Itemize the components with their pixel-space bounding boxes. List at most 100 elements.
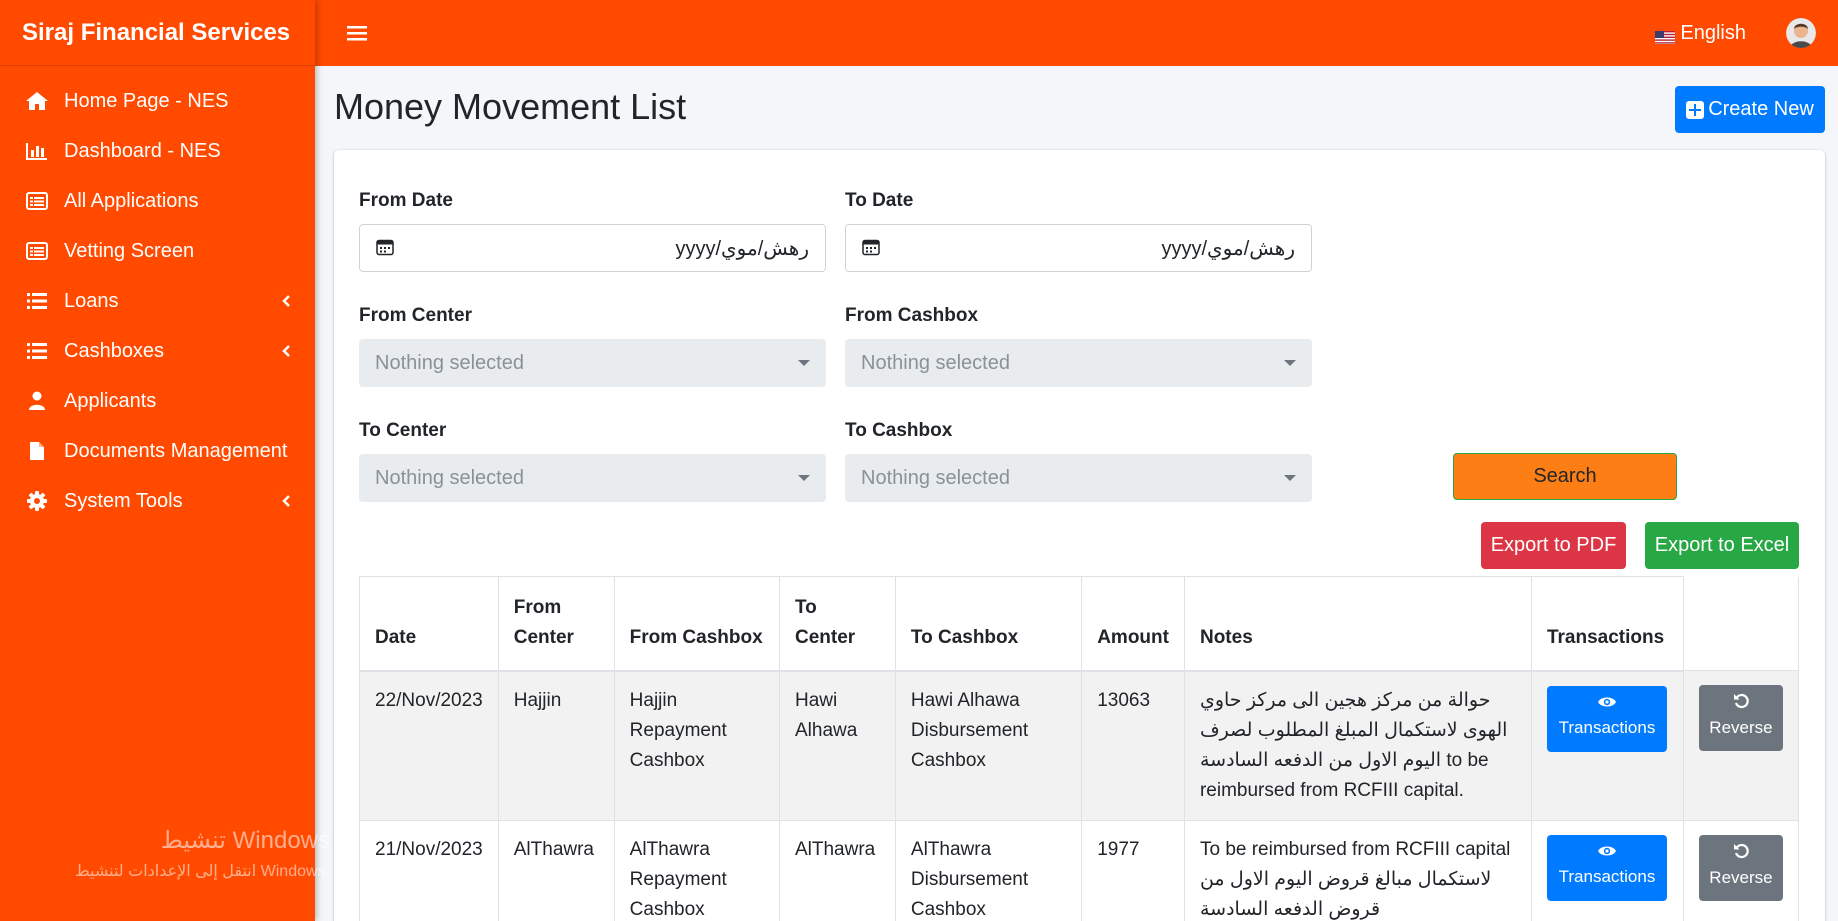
transactions-button[interactable]: Transactions (1546, 834, 1667, 901)
reverse-button[interactable]: Reverse (1698, 685, 1783, 751)
cell-transactions: Transactions (1530, 819, 1684, 921)
plus-square-icon (1686, 100, 1705, 119)
create-new-label: Create New (1708, 98, 1814, 120)
cell-from-cashbox: AlThawra Repayment Cashbox (613, 819, 780, 921)
export-pdf-button[interactable]: Export to PDF (1481, 522, 1626, 569)
to-date-value: yyyy/رهش/موي (1161, 237, 1295, 260)
sidebar-item-home[interactable]: Home Page - NES (0, 76, 315, 126)
chevron-left-icon[interactable] (279, 344, 293, 358)
sidebar-item-all-applications[interactable]: All Applications (0, 176, 315, 226)
gear-icon (24, 489, 50, 513)
from-center-label: From Center (359, 305, 472, 326)
column-header[interactable]: To Center (778, 576, 896, 672)
chevron-left-icon[interactable] (279, 294, 293, 308)
cell-to-cashbox: Hawi Alhawa Disbursement Cashbox (894, 670, 1083, 821)
sidebar-item-label: Documents Management (64, 439, 288, 462)
home-icon (24, 89, 50, 113)
language-selector[interactable]: English (1655, 22, 1746, 45)
sidebar-item-label: Vetting Screen (64, 239, 195, 262)
us-flag-icon (1655, 27, 1676, 44)
column-header[interactable]: Transactions (1530, 576, 1684, 672)
export-excel-button[interactable]: Export to Excel (1645, 522, 1799, 569)
user-icon (24, 389, 50, 413)
undo-icon (1733, 693, 1749, 709)
column-header[interactable]: To Cashbox (894, 576, 1083, 672)
watermark-subtitle: انتقل إلى الإعدادات لتنشيط Windows. (74, 863, 330, 880)
from-date-input[interactable]: yyyy/رهش/موي (359, 224, 826, 272)
sidebar-item-label: Applicants (64, 389, 157, 412)
reverse-button[interactable]: Reverse (1698, 834, 1783, 901)
cell-amount: 13063 (1081, 670, 1185, 821)
cell-to-center: AlThawra (778, 819, 896, 921)
windows-activation-watermark: تنشيط Windows انتقل إلى الإعدادات لتنشيط… (40, 826, 330, 881)
list-icon (24, 289, 50, 313)
cell-date: 21/Nov/2023 (359, 819, 499, 921)
brand-title[interactable]: Siraj Financial Services (0, 0, 315, 66)
table-header-row: Date From Center From Cashbox To Center … (359, 576, 1800, 672)
to-center-value: Nothing selected (375, 466, 524, 489)
to-date-label: To Date (845, 190, 914, 211)
to-cashbox-value: Nothing selected (861, 466, 1010, 489)
sidebar-item-loans[interactable]: Loans (0, 276, 315, 326)
from-center-select[interactable]: Nothing selected (359, 339, 826, 387)
caret-down-icon (1284, 360, 1296, 366)
sidebar-item-label: All Applications (64, 189, 199, 212)
table-row: 21/Nov/2023 AlThawra AlThawra Repayment … (359, 819, 1800, 921)
sidebar-item-documents-management[interactable]: Documents Management (0, 426, 315, 476)
column-header[interactable]: From Center (497, 576, 615, 672)
cell-notes: حوالة من مركز هجين الى مركز حاوي الهوى ل… (1183, 670, 1532, 821)
language-label: English (1680, 21, 1746, 44)
sidebar-item-applicants[interactable]: Applicants (0, 376, 315, 426)
sidebar-item-vetting-screen[interactable]: Vetting Screen (0, 226, 315, 276)
calendar-icon[interactable] (376, 238, 396, 258)
caret-down-icon (1284, 475, 1296, 481)
sidebar: Siraj Financial Services Home Page - NES… (0, 0, 330, 921)
column-header[interactable]: Date (359, 576, 499, 672)
caret-down-icon (798, 475, 810, 481)
cell-from-cashbox: Hajjin Repayment Cashbox (613, 670, 780, 821)
bar-chart-icon (24, 139, 50, 163)
from-center-value: Nothing selected (375, 351, 524, 374)
cell-reverse: Reverse (1682, 670, 1800, 821)
to-date-input[interactable]: yyyy/رهش/موي (845, 224, 1312, 272)
top-navbar: English (315, 0, 1838, 66)
to-cashbox-select[interactable]: Nothing selected (845, 454, 1312, 502)
create-new-button[interactable]: Create New (1675, 86, 1825, 133)
reverse-label: Reverse (1709, 867, 1773, 887)
from-date-value: yyyy/رهش/موي (675, 237, 809, 260)
transactions-label: Transactions (1558, 866, 1656, 886)
sidebar-item-label: System Tools (64, 489, 183, 512)
money-movement-table: Date From Center From Cashbox To Center … (359, 576, 1800, 921)
cell-to-center: Hawi Alhawa (778, 670, 896, 821)
from-cashbox-select[interactable]: Nothing selected (845, 339, 1312, 387)
column-header[interactable]: Amount (1081, 576, 1185, 672)
sidebar-item-label: Home Page - NES (64, 89, 229, 112)
menu-toggle-icon[interactable] (337, 13, 377, 53)
sidebar-item-cashboxes[interactable]: Cashboxes (0, 326, 315, 376)
to-center-select[interactable]: Nothing selected (359, 454, 826, 502)
sidebar-item-label: Dashboard - NES (64, 139, 221, 162)
cell-transactions: Transactions (1530, 670, 1684, 821)
caret-down-icon (798, 360, 810, 366)
search-button[interactable]: Search (1453, 453, 1677, 500)
from-date-label: From Date (359, 190, 453, 211)
sidebar-item-dashboard[interactable]: Dashboard - NES (0, 126, 315, 176)
sidebar-item-label: Cashboxes (64, 339, 165, 362)
sidebar-item-system-tools[interactable]: System Tools (0, 476, 315, 526)
column-header[interactable]: Notes (1183, 576, 1532, 672)
calendar-icon[interactable] (862, 238, 882, 258)
list-alt-icon (24, 239, 50, 263)
reverse-label: Reverse (1709, 718, 1773, 737)
column-header-empty (1682, 576, 1800, 671)
cell-date: 22/Nov/2023 (359, 670, 499, 821)
column-header[interactable]: From Cashbox (613, 576, 780, 672)
chevron-left-icon[interactable] (279, 494, 293, 508)
cell-amount: 1977 (1081, 819, 1185, 921)
page-title: Money Movement List (334, 86, 687, 127)
avatar[interactable] (1786, 18, 1816, 48)
transactions-button[interactable]: Transactions (1546, 685, 1667, 752)
table-row: 22/Nov/2023 Hajjin Hajjin Repayment Cash… (359, 670, 1800, 821)
cell-from-center: AlThawra (497, 819, 615, 921)
list-icon (24, 339, 50, 363)
cell-to-cashbox: AlThawra Disbursement Cashbox (894, 819, 1083, 921)
